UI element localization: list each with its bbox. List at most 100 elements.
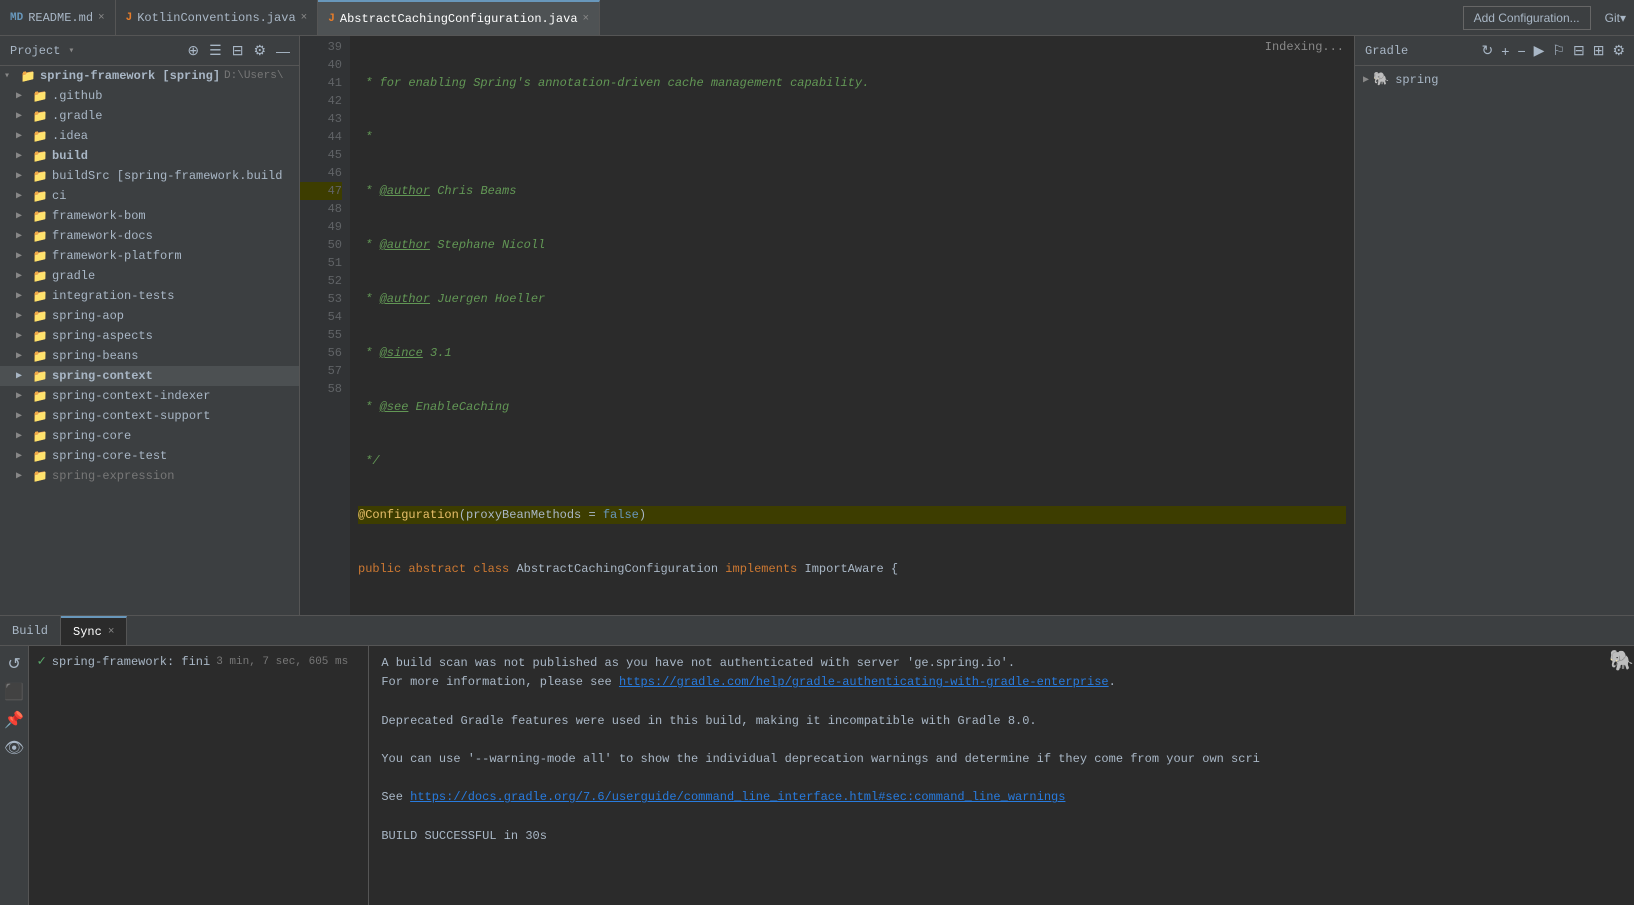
tree-item-spring-expression[interactable]: ▶ 📁 spring-expression: [0, 466, 299, 486]
build-folder-icon: 📁: [32, 148, 48, 164]
tree-item-build[interactable]: ▶ 📁 build: [0, 146, 299, 166]
tree-item-spring-context-support[interactable]: ▶ 📁 spring-context-support: [0, 406, 299, 426]
code-line-42: * @author Stephane Nicoll: [358, 236, 1346, 254]
sidebar-settings-button[interactable]: ⚙: [250, 40, 269, 61]
tree-item-buildsrc[interactable]: ▶ 📁 buildSrc [spring-framework.build: [0, 166, 299, 186]
tab-readme-close[interactable]: ×: [98, 12, 105, 24]
gradle-debug-button[interactable]: ⚐: [1549, 40, 1568, 61]
build-eye-button[interactable]: 👁: [4, 738, 24, 758]
tree-root[interactable]: ▾ 📁 spring-framework [spring] D:\Users\: [0, 66, 299, 86]
gradle-settings-button[interactable]: ⚙: [1609, 40, 1628, 61]
line-numbers: 39 40 41 42 43 44 45 46 47 48 49 50 51 5…: [300, 36, 350, 615]
code-line-40: *: [358, 128, 1346, 146]
tree-item-gradle[interactable]: ▶ 📁 gradle: [0, 266, 299, 286]
tree-item-framework-bom[interactable]: ▶ 📁 framework-bom: [0, 206, 299, 226]
tree-item-spring-aspects[interactable]: ▶ 📁 spring-aspects: [0, 326, 299, 346]
gradle-item-spring[interactable]: ▶ 🐘 spring: [1355, 70, 1634, 89]
main-area: Project ▾ ⊕ ☰ ⊟ ⚙ — ▾ 📁 spring-framework…: [0, 36, 1634, 615]
add-configuration-button[interactable]: Add Configuration...: [1463, 6, 1591, 30]
buildsrc-folder-icon: 📁: [32, 168, 48, 184]
sidebar-locate-button[interactable]: ⊕: [184, 40, 202, 61]
tree-item-spring-aop[interactable]: ▶ 📁 spring-aop: [0, 306, 299, 326]
gradle-panel: Gradle ↻ + − ▶ ⚐ ⊟ ⊞ ⚙ ▶ 🐘 spring: [1354, 36, 1634, 615]
code-line-43: * @author Juergen Hoeller: [358, 290, 1346, 308]
tab-sync-close[interactable]: ×: [108, 626, 115, 638]
code-line-46: */: [358, 452, 1346, 470]
tree-item-idea[interactable]: ▶ 📁 .idea: [0, 126, 299, 146]
code-editor[interactable]: * for enabling Spring's annotation-drive…: [350, 36, 1354, 615]
tree-item-spring-core-test[interactable]: ▶ 📁 spring-core-test: [0, 446, 299, 466]
tab-readme[interactable]: MD README.md ×: [0, 0, 116, 35]
spring-beans-chevron: ▶: [16, 350, 32, 362]
spring-context-indexer-label: spring-context-indexer: [52, 389, 210, 403]
build-log[interactable]: A build scan was not published as you ha…: [369, 646, 1604, 905]
tab-kotlin[interactable]: J KotlinConventions.java ×: [116, 0, 319, 35]
sidebar-scroll-button[interactable]: ☰: [206, 40, 225, 61]
build-panel: Build Sync × ↺ ⬛ 📌 👁 ✓ spring-framework:…: [0, 615, 1634, 905]
tree-root-chevron: ▾: [4, 70, 20, 82]
build-link-gradle-enterprise[interactable]: https://gradle.com/help/gradle-authentic…: [619, 675, 1109, 689]
gradle-run-button[interactable]: ▶: [1531, 40, 1548, 61]
tab-sync-label: Sync: [73, 625, 102, 639]
gradle-add-button[interactable]: +: [1498, 41, 1512, 61]
line-num-53: 53: [300, 290, 342, 308]
line-num-41: 41: [300, 74, 342, 92]
tree-item-framework-platform[interactable]: ▶ 📁 framework-platform: [0, 246, 299, 266]
sidebar-collapse-button[interactable]: ⊟: [229, 40, 247, 61]
idea-folder-icon: 📁: [32, 128, 48, 144]
tree-item-spring-context[interactable]: ▶ 📁 spring-context: [0, 366, 299, 386]
editor-content: 39 40 41 42 43 44 45 46 47 48 49 50 51 5…: [300, 36, 1354, 615]
tab-abstract-close[interactable]: ×: [583, 13, 590, 25]
line-num-50: 50: [300, 236, 342, 254]
md-icon: MD: [10, 12, 23, 24]
gradle-refresh-button[interactable]: ↻: [1479, 40, 1497, 61]
tab-build[interactable]: Build: [0, 616, 61, 645]
tree-item-ci[interactable]: ▶ 📁 ci: [0, 186, 299, 206]
line-num-44: 44: [300, 128, 342, 146]
tree-item-integration-tests[interactable]: ▶ 📁 integration-tests: [0, 286, 299, 306]
build-tabs: Build Sync ×: [0, 616, 1634, 646]
gradle-dot-chevron: ▶: [16, 110, 32, 122]
tab-kotlin-close[interactable]: ×: [301, 12, 308, 24]
tab-abstract[interactable]: J AbstractCachingConfiguration.java ×: [318, 0, 600, 35]
gradle-filter-button[interactable]: ⊞: [1590, 40, 1608, 61]
gradle-spring-label: spring: [1395, 73, 1438, 87]
spring-expression-label: spring-expression: [52, 469, 174, 483]
git-button[interactable]: Git▾: [1597, 7, 1634, 29]
code-line-39: * for enabling Spring's annotation-drive…: [358, 74, 1346, 92]
gradle-spring-chevron: ▶: [1363, 74, 1369, 86]
line-num-46: 46: [300, 164, 342, 182]
build-stop-button[interactable]: ⬛: [4, 682, 24, 702]
framework-docs-label: framework-docs: [52, 229, 153, 243]
spring-context-support-chevron: ▶: [16, 410, 32, 422]
gradle-folder-icon: 📁: [32, 268, 48, 284]
tab-sync[interactable]: Sync ×: [61, 616, 127, 645]
build-restart-button[interactable]: ↺: [7, 654, 20, 674]
tab-readme-label: README.md: [28, 11, 93, 25]
spring-core-test-chevron: ▶: [16, 450, 32, 462]
gradle-toggle-button[interactable]: ⊟: [1570, 40, 1588, 61]
tree-item-github[interactable]: ▶ 📁 .github: [0, 86, 299, 106]
framework-platform-folder-icon: 📁: [32, 248, 48, 264]
build-item-spring-framework[interactable]: ✓ spring-framework: fini 3 min, 7 sec, 6…: [29, 650, 368, 673]
github-chevron: ▶: [16, 90, 32, 102]
build-side-icons: ↺ ⬛ 📌 👁: [0, 646, 29, 905]
tree-root-path: D:\Users\: [224, 70, 283, 82]
tree-item-gradle-dot[interactable]: ▶ 📁 .gradle: [0, 106, 299, 126]
spring-expression-folder-icon: 📁: [32, 468, 48, 484]
tree-item-spring-context-indexer[interactable]: ▶ 📁 spring-context-indexer: [0, 386, 299, 406]
tree-item-spring-core[interactable]: ▶ 📁 spring-core: [0, 426, 299, 446]
build-chevron: ▶: [16, 150, 32, 162]
sidebar-close-button[interactable]: —: [273, 41, 293, 61]
gradle-remove-button[interactable]: −: [1514, 41, 1528, 61]
java-icon-kotlin: J: [126, 12, 133, 24]
tree-item-framework-docs[interactable]: ▶ 📁 framework-docs: [0, 226, 299, 246]
tab-abstract-label: AbstractCachingConfiguration.java: [340, 12, 578, 26]
build-link-command-line[interactable]: https://docs.gradle.org/7.6/userguide/co…: [410, 790, 1065, 804]
tree-item-spring-beans[interactable]: ▶ 📁 spring-beans: [0, 346, 299, 366]
spring-aspects-folder-icon: 📁: [32, 328, 48, 344]
build-content-area: ↺ ⬛ 📌 👁 ✓ spring-framework: fini 3 min, …: [0, 646, 1634, 905]
build-pin-button[interactable]: 📌: [4, 710, 24, 730]
spring-core-folder-icon: 📁: [32, 428, 48, 444]
gradle-tree: ▶ 🐘 spring: [1355, 66, 1634, 615]
